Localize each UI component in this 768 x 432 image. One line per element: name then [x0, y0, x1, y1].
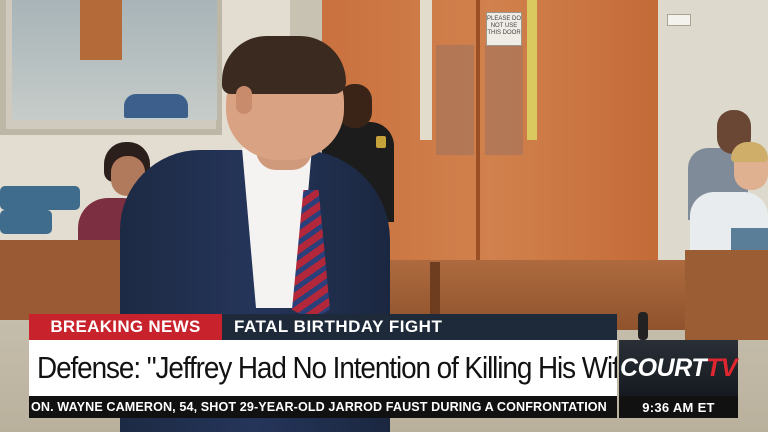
- door-panel-left: [436, 45, 474, 155]
- laptop: [731, 228, 768, 252]
- attorney-ear: [236, 86, 252, 114]
- wall-plaque: [667, 14, 691, 26]
- headline: Defense: "Jeffrey Had No Intention of Ki…: [37, 350, 617, 385]
- gallery-bench: [0, 240, 135, 320]
- door-split: [476, 0, 480, 262]
- door-panel-right: [485, 45, 523, 155]
- badge-icon: [376, 136, 386, 148]
- breaking-news-label: BREAKING NEWS: [29, 314, 222, 340]
- attorney-hair: [222, 36, 346, 94]
- back-room-door: [80, 0, 122, 60]
- door-yellow-strip: [527, 0, 537, 140]
- microphone-icon: [638, 312, 648, 340]
- door-kick-plate: [420, 0, 432, 140]
- logo-tv: TV: [705, 353, 737, 382]
- news-ticker: ON. WAYNE CAMERON, 54, SHOT 29-YEAR-OLD …: [29, 396, 617, 418]
- headline-box: Defense: "Jeffrey Had No Intention of Ki…: [29, 340, 617, 396]
- logo-court: COURT: [620, 353, 706, 382]
- jury-box-rail: [685, 250, 768, 340]
- broadcast-clock: 9:36 AM ET: [619, 396, 738, 418]
- story-slug: FATAL BIRTHDAY FIGHT: [222, 314, 617, 340]
- gallery-seat: [0, 210, 52, 234]
- door-sign: PLEASE DO NOT USE THIS DOOR: [486, 12, 522, 46]
- gallery-seat: [20, 186, 80, 210]
- network-logo: COURT TV: [619, 340, 738, 396]
- back-room-chair: [124, 94, 188, 118]
- lower-third-top-bar: BREAKING NEWS FATAL BIRTHDAY FIGHT: [29, 314, 617, 340]
